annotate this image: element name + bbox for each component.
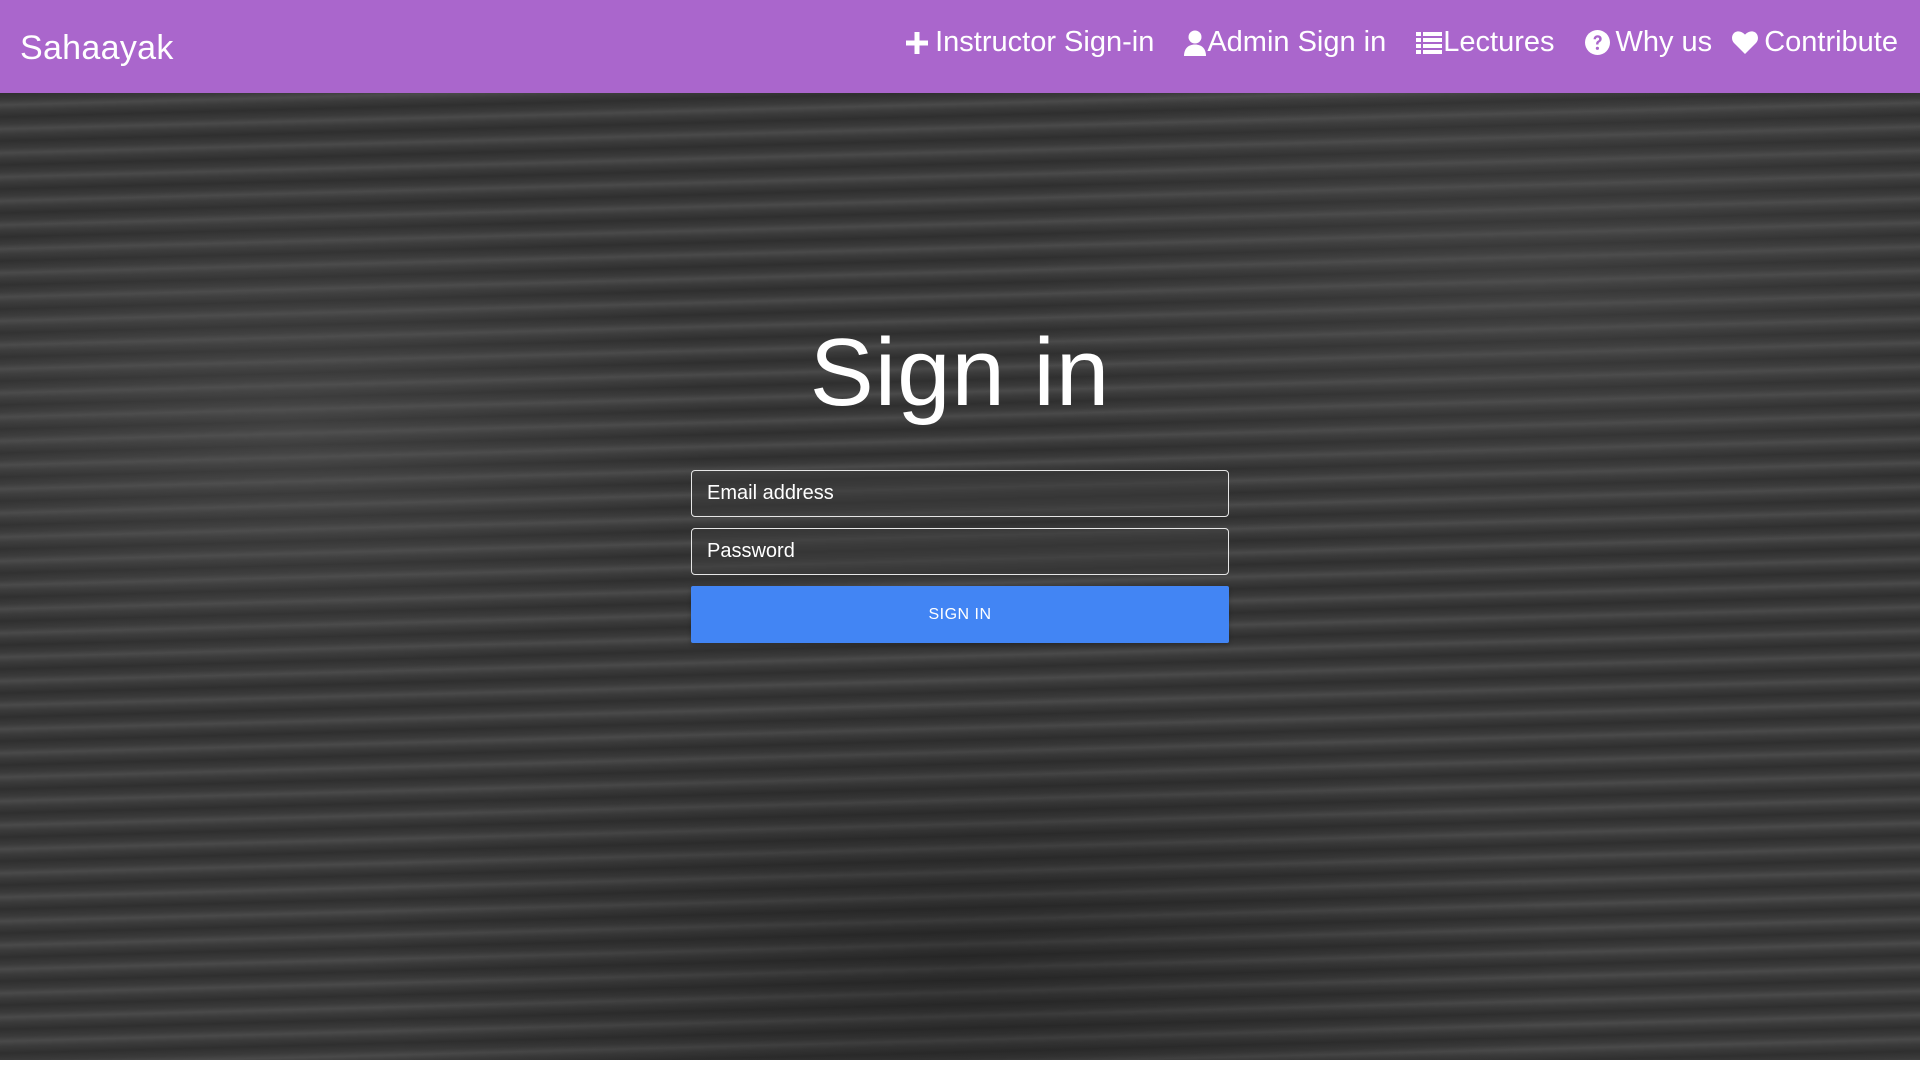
question-circle-icon <box>1584 30 1610 55</box>
signin-button[interactable]: SIGN IN <box>691 586 1229 643</box>
signin-form: Sign in SIGN IN <box>691 318 1229 643</box>
nav-contribute[interactable]: Contribute <box>1732 26 1898 59</box>
hero-section: Sign in SIGN IN <box>0 93 1920 1060</box>
nav-menu: Instructor Sign-in Admin Sign in Lecture… <box>905 26 1898 59</box>
top-navbar: Sahaayak Instructor Sign-in Admin Sign i… <box>0 0 1920 93</box>
plus-icon <box>905 31 929 55</box>
nav-admin-signin[interactable]: Admin Sign in <box>1184 26 1386 59</box>
nav-instructor-signin-label: Instructor Sign-in <box>935 26 1155 58</box>
nav-why-us-label: Why us <box>1615 26 1713 58</box>
user-icon <box>1184 30 1207 56</box>
nav-lectures-label: Lectures <box>1443 26 1555 58</box>
nav-why-us[interactable]: Why us <box>1584 26 1713 59</box>
page-title: Sign in <box>809 319 1111 426</box>
heart-icon <box>1732 31 1759 54</box>
list-icon <box>1416 31 1443 54</box>
brand-logo[interactable]: Sahaayak <box>20 29 174 68</box>
nav-admin-signin-label: Admin Sign in <box>1207 26 1387 58</box>
nav-contribute-label: Contribute <box>1764 26 1898 58</box>
nav-instructor-signin[interactable]: Instructor Sign-in <box>905 26 1154 59</box>
email-field[interactable] <box>691 470 1229 517</box>
password-field[interactable] <box>691 528 1229 575</box>
nav-lectures[interactable]: Lectures <box>1416 26 1555 59</box>
